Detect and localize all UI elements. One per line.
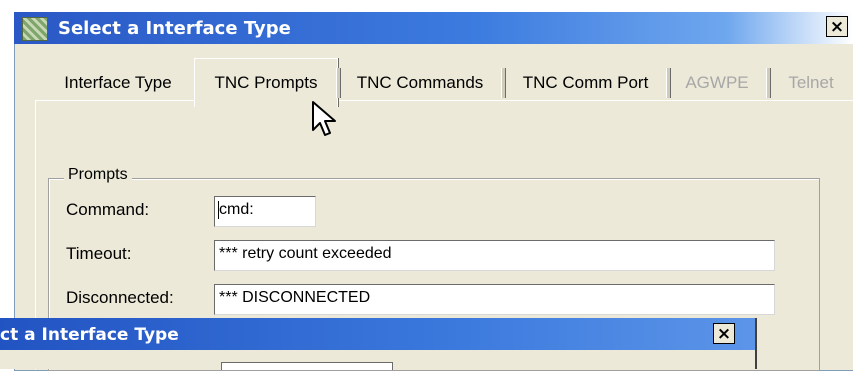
disconnected-value: *** DISCONNECTED — [219, 289, 371, 306]
tab-separator — [336, 68, 341, 98]
overlapping-close-button[interactable]: × — [713, 323, 735, 344]
timeout-label: Timeout: — [66, 244, 132, 263]
prompts-group-legend: Prompts — [64, 166, 132, 184]
tab-separator — [666, 68, 671, 98]
timeout-field[interactable]: *** retry count exceeded — [214, 240, 775, 271]
disconnected-field[interactable]: *** DISCONNECTED — [214, 284, 775, 315]
tab-agwpe[interactable]: AGWPE — [673, 66, 761, 100]
close-icon: × — [829, 16, 845, 37]
tab-interface-type[interactable]: Interface Type — [46, 66, 190, 100]
command-label: Command: — [66, 200, 150, 219]
text-caret — [218, 201, 219, 219]
tab-separator — [501, 68, 506, 98]
window-title: Select a Interface Type — [58, 18, 291, 39]
tab-tnc-comm-port[interactable]: TNC Comm Port — [508, 66, 663, 100]
tab-tnc-prompts[interactable]: TNC Prompts — [196, 66, 336, 100]
tab-tnc-commands[interactable]: TNC Commands — [343, 66, 497, 100]
close-button[interactable]: × — [826, 16, 848, 37]
app-icon — [22, 17, 48, 41]
command-field[interactable]: cmd: — [214, 196, 316, 227]
tab-telnet[interactable]: Telnet — [776, 66, 846, 100]
command-value: cmd: — [219, 201, 254, 218]
timeout-value: *** retry count exceeded — [219, 245, 392, 262]
disconnected-label: Disconnected: — [66, 288, 174, 307]
overlapping-window-title: ct a Interface Type — [0, 325, 179, 345]
tab-separator — [766, 68, 771, 98]
mouse-pointer-icon — [312, 101, 336, 136]
close-icon: × — [716, 323, 732, 344]
